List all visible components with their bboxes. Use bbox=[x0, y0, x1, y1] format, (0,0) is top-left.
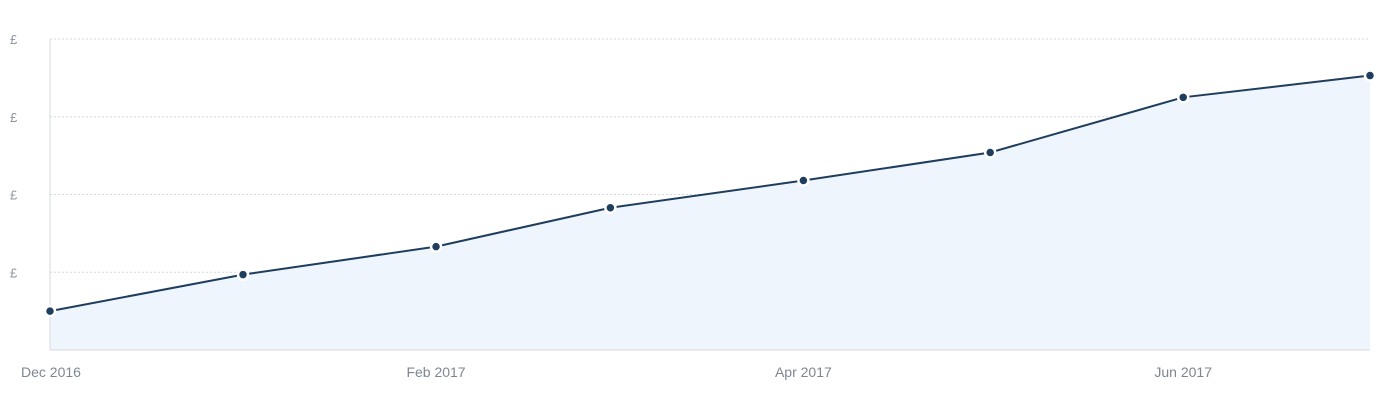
chart-svg: £ £ £ £ Dec 2016 Feb 2017 Apr 2017 Jun 2017 bbox=[10, 32, 1377, 380]
y-tick-label: £ bbox=[10, 188, 18, 203]
data-point[interactable] bbox=[604, 201, 617, 214]
y-tick-label: £ bbox=[10, 32, 18, 47]
data-point[interactable] bbox=[236, 268, 250, 281]
y-tick-label: £ bbox=[10, 110, 18, 125]
x-tick-label: Dec 2016 bbox=[21, 364, 81, 380]
data-point[interactable] bbox=[43, 304, 57, 318]
data-point[interactable] bbox=[1363, 69, 1377, 82]
y-tick-label: £ bbox=[10, 265, 18, 280]
data-point[interactable] bbox=[983, 146, 997, 159]
data-point[interactable] bbox=[1176, 91, 1190, 104]
line-area-chart: £ £ £ £ Dec 2016 Feb 2017 Apr 2017 Jun 2017 bbox=[0, 0, 1400, 400]
x-tick-label: Feb 2017 bbox=[406, 364, 465, 380]
data-point[interactable] bbox=[797, 174, 810, 187]
x-tick-label: Apr 2017 bbox=[775, 364, 832, 380]
data-point[interactable] bbox=[429, 240, 443, 253]
x-tick-label: Jun 2017 bbox=[1154, 364, 1212, 380]
